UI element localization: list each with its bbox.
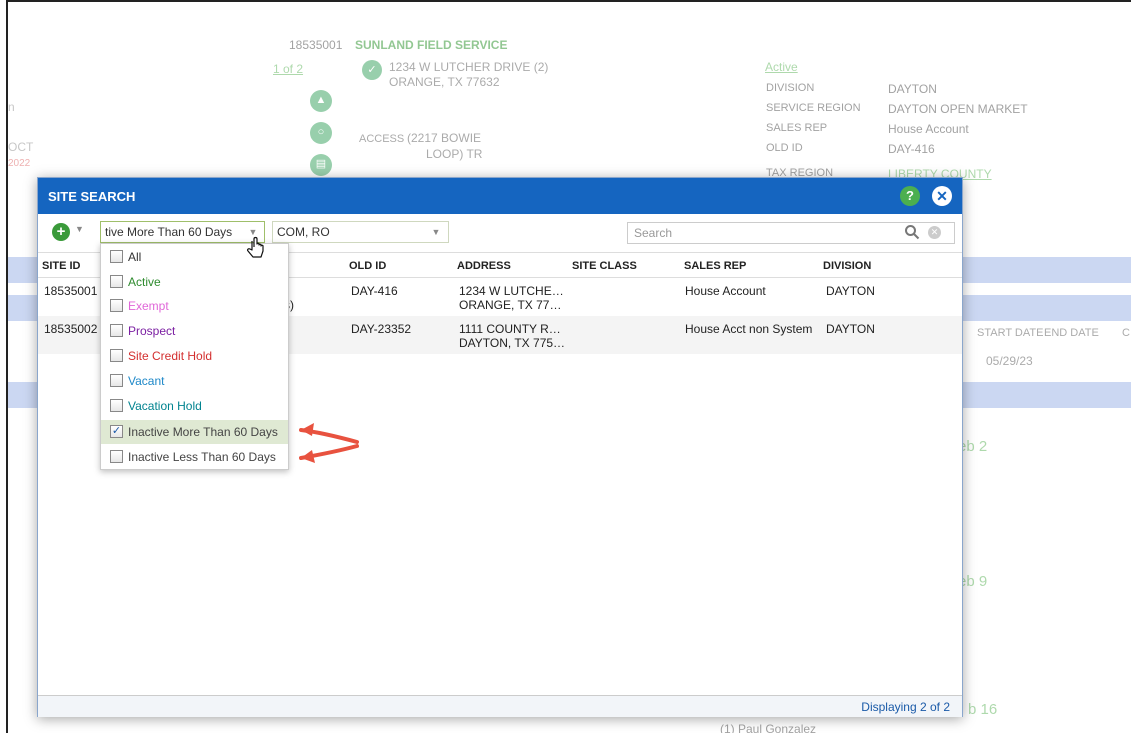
dropdown-option[interactable]: Vacant: [101, 369, 288, 393]
cell-address-line2: ORANGE, TX 77…: [459, 298, 562, 312]
col-end-date: END DATE: [1044, 327, 1099, 339]
cell-site-id: 18535001: [44, 284, 98, 298]
dialog-title: SITE SEARCH: [48, 189, 136, 204]
record-pager[interactable]: 1 of 2: [273, 62, 303, 76]
cell-address-line2: DAYTON, TX 775…: [459, 336, 566, 350]
assignee: (1) Paul Gonzalez: [720, 722, 817, 733]
dropdown-option[interactable]: Vacation Hold: [101, 394, 288, 418]
option-label: Inactive More Than 60 Days: [128, 425, 278, 439]
dropdown-option[interactable]: Inactive Less Than 60 Days: [101, 445, 288, 469]
search-site-icon[interactable]: ○: [310, 122, 332, 144]
map-icon[interactable]: ▲: [310, 90, 332, 112]
site-number: 18535001: [289, 38, 343, 52]
column-header[interactable]: SITE ID: [42, 260, 81, 272]
access-line1: (2217 BOWIE: [407, 131, 482, 145]
field-value: DAYTON OPEN MARKET: [888, 102, 1028, 116]
status-filter-value: tive More Than 60 Days: [105, 225, 233, 239]
checkbox[interactable]: [110, 399, 123, 412]
address-line1: 1234 W LUTCHER DRIVE (2): [389, 60, 549, 74]
cell-site-id: 18535002: [44, 322, 98, 336]
field-label: DIVISION: [766, 82, 815, 94]
checkbox[interactable]: [110, 275, 123, 288]
field-label: SALES REP: [766, 122, 828, 134]
field-value: DAY-416: [888, 142, 935, 156]
checkbox[interactable]: [110, 299, 123, 312]
field-label: SERVICE REGION: [766, 102, 861, 114]
checkbox[interactable]: [110, 250, 123, 263]
field-value: DAYTON: [888, 82, 937, 96]
column-header[interactable]: SALES REP: [684, 260, 746, 272]
option-label: Vacant: [128, 374, 165, 388]
add-menu-caret-icon[interactable]: ▼: [75, 224, 84, 234]
checkbox[interactable]: [110, 374, 123, 387]
status-filter[interactable]: tive More Than 60 Days: [100, 221, 265, 243]
option-label: Inactive Less Than 60 Days: [128, 450, 276, 464]
calendar-day: b 16: [968, 701, 998, 718]
cell-division: DAYTON: [826, 322, 875, 336]
site-type-filter-value: COM, RO: [277, 225, 330, 239]
option-label: Exempt: [128, 299, 169, 313]
cell-division: DAYTON: [826, 284, 875, 298]
option-label: Prospect: [128, 324, 176, 338]
dropdown-option[interactable]: Prospect: [101, 319, 288, 343]
print-icon[interactable]: ▤: [310, 154, 332, 176]
option-label: Vacation Hold: [128, 399, 202, 413]
cell-sales-rep: House Account: [685, 284, 766, 298]
field-label: OLD ID: [766, 142, 803, 154]
dropdown-option[interactable]: Active: [101, 270, 288, 294]
access-line2: LOOP) TR: [426, 147, 483, 161]
option-label: All: [128, 250, 142, 264]
grid-footer: Displaying 2 of 2: [38, 695, 962, 717]
cell-old-id: DAY-416: [351, 284, 398, 298]
column-header[interactable]: ADDRESS: [457, 260, 511, 272]
site-status[interactable]: Active: [765, 60, 798, 74]
clear-search-icon[interactable]: ✕: [928, 226, 941, 239]
site-name: SUNLAND FIELD SERVICE: [355, 38, 508, 52]
col-c: C: [1122, 327, 1130, 339]
dropdown-option[interactable]: ✓ Inactive More Than 60 Days: [101, 420, 288, 444]
search-placeholder: Search: [634, 226, 673, 240]
access-label: ACCESS: [359, 133, 405, 145]
checkbox[interactable]: [110, 349, 123, 362]
dropdown-option[interactable]: Site Credit Hold: [101, 344, 288, 368]
site-type-filter[interactable]: COM, RO: [272, 221, 449, 243]
close-button[interactable]: ✕: [932, 186, 952, 206]
cell-old-id: DAY-23352: [351, 322, 412, 336]
option-label: Site Credit Hold: [128, 349, 213, 363]
paging-info: Displaying 2 of 2: [861, 700, 950, 714]
checkbox[interactable]: [110, 324, 123, 337]
add-icon[interactable]: +: [52, 223, 70, 241]
cell-sales-rep: House Acct non System: [685, 322, 813, 336]
status-filter-dropdown: All Active Exempt Prospect Site Credit H…: [100, 243, 289, 470]
column-header[interactable]: SITE CLASS: [572, 260, 637, 272]
search-icon[interactable]: [904, 224, 920, 240]
column-header[interactable]: DIVISION: [823, 260, 871, 272]
cell-address-line1: 1111 COUNTY R…: [459, 322, 561, 336]
address-line2: ORANGE, TX 77632: [389, 75, 500, 89]
column-header[interactable]: OLD ID: [349, 260, 386, 272]
left-fragment: OCT: [8, 140, 34, 154]
dialog-header: SITE SEARCH ? ✕: [38, 178, 962, 214]
dropdown-option[interactable]: All: [101, 245, 288, 269]
help-button[interactable]: ?: [900, 186, 920, 206]
cell-address-line1: 1234 W LUTCHE…: [459, 284, 564, 298]
chevron-down-icon[interactable]: ▼: [426, 222, 446, 242]
left-fragment: 2022: [8, 158, 31, 169]
left-fragment: n: [8, 100, 15, 114]
checkbox[interactable]: [110, 450, 123, 463]
option-label: Active: [128, 275, 161, 289]
dropdown-option[interactable]: Exempt: [101, 294, 288, 318]
checkbox[interactable]: ✓: [110, 425, 123, 438]
start-date-value: 05/29/23: [986, 354, 1033, 368]
verified-icon: ✓: [362, 60, 382, 80]
field-value: House Account: [888, 122, 969, 136]
chevron-down-icon[interactable]: ▼: [243, 222, 263, 242]
col-start-date: START DATE: [977, 327, 1044, 339]
